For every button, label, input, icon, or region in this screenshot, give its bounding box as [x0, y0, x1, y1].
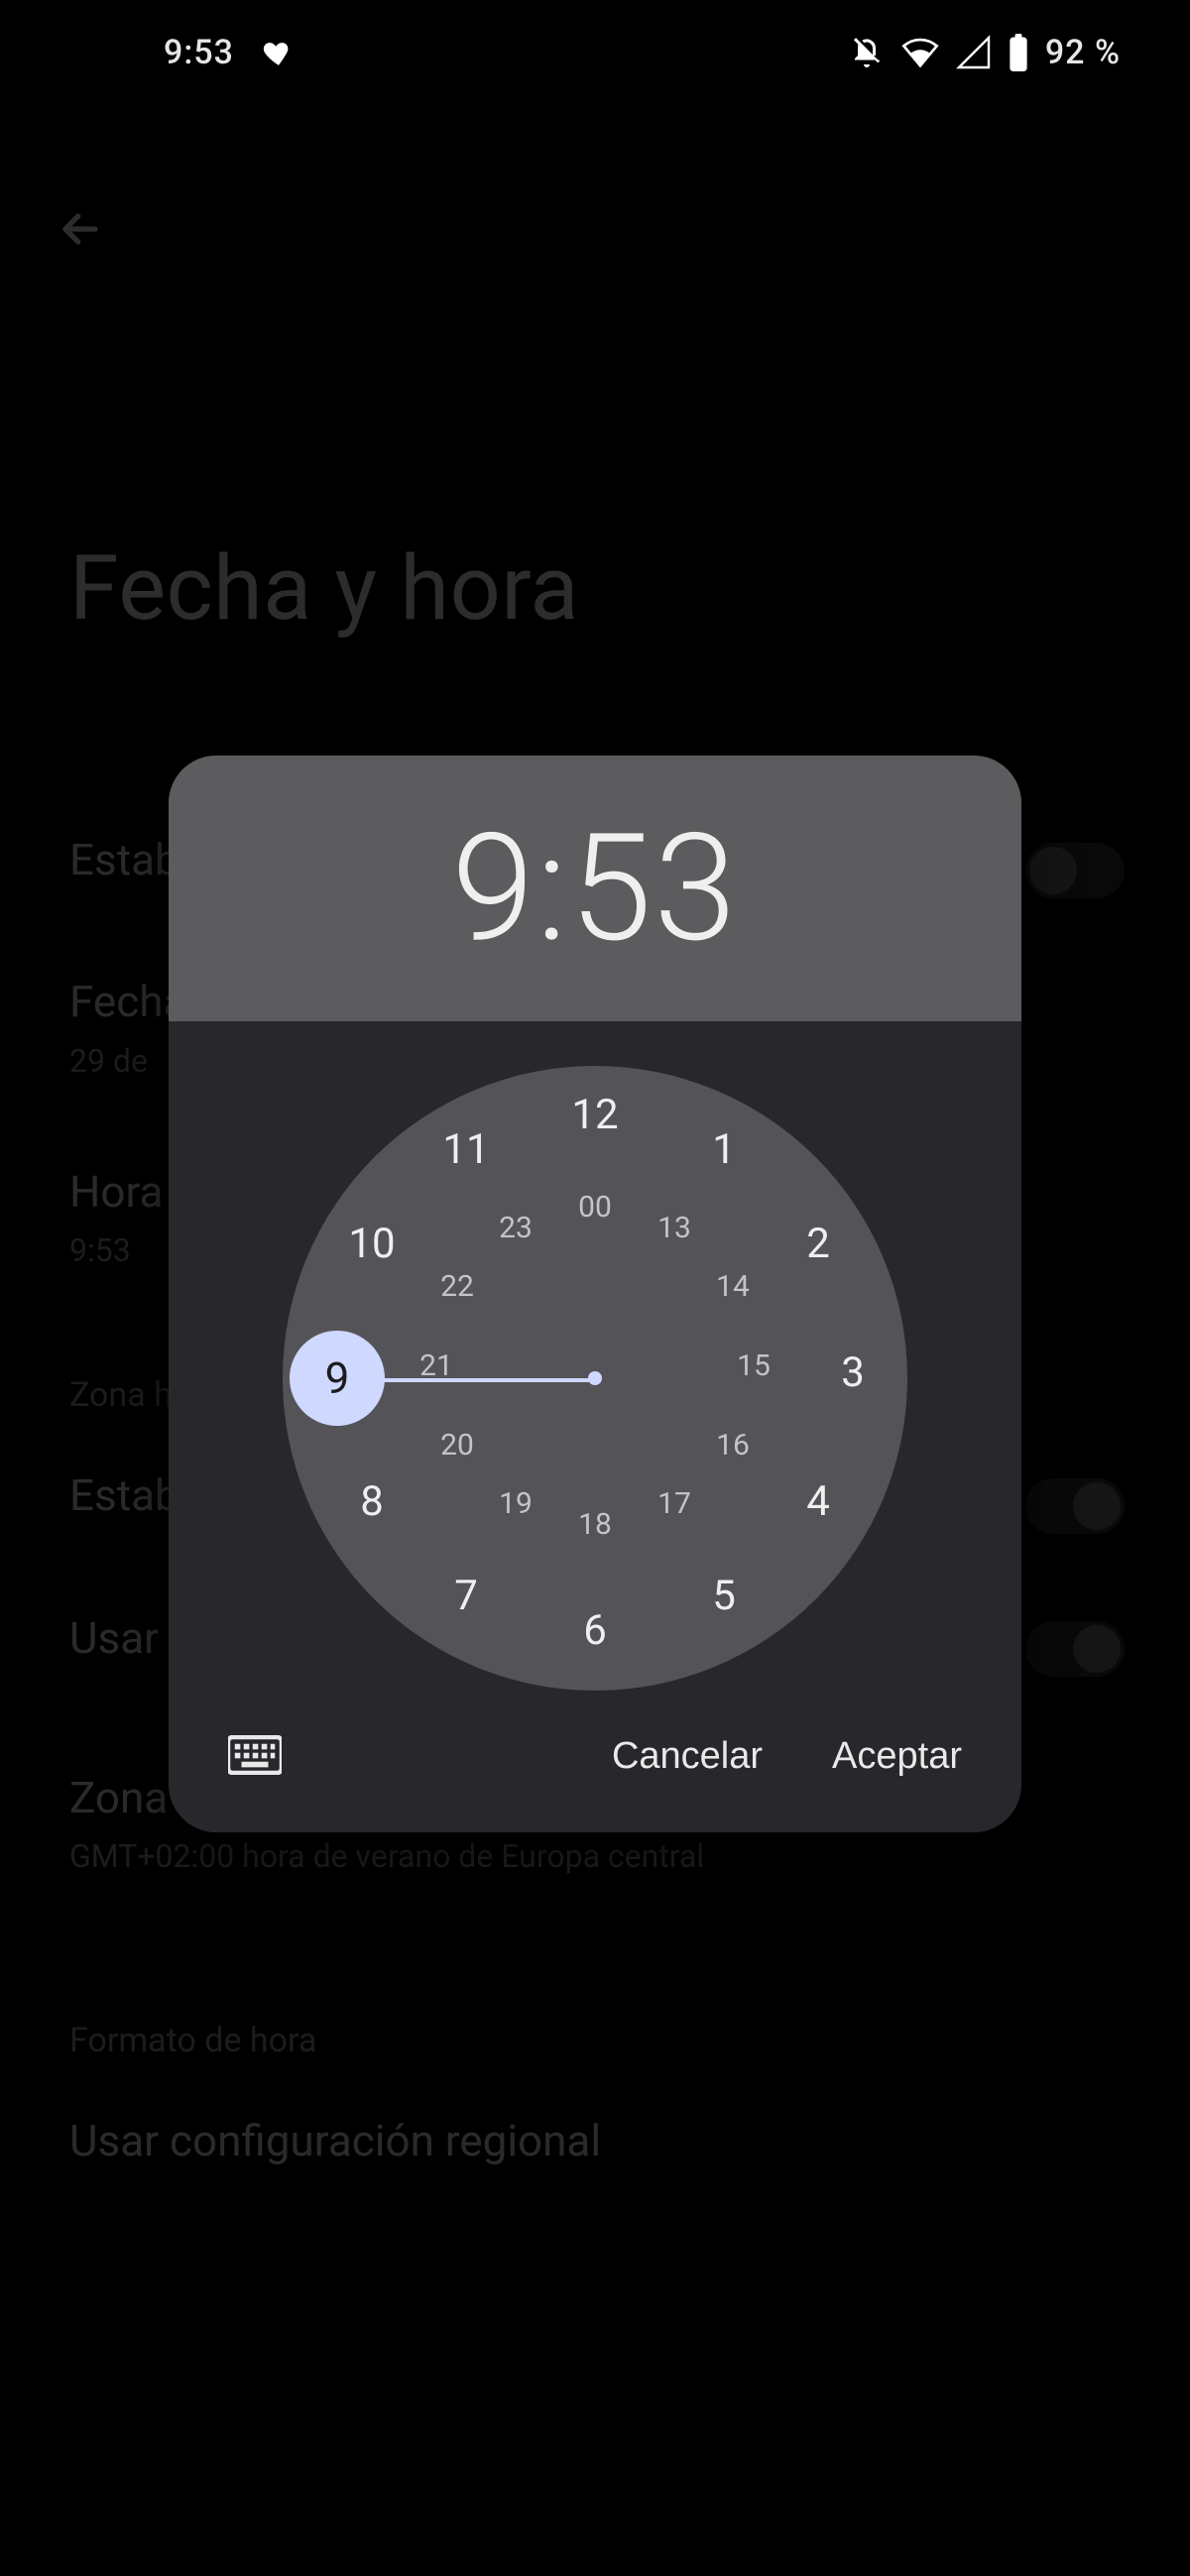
dialog-minute[interactable]: 53	[569, 801, 738, 976]
hour-13[interactable]: 13	[635, 1211, 714, 1270]
hour-4[interactable]: 4	[778, 1477, 858, 1537]
hour-7[interactable]: 7	[426, 1572, 506, 1631]
hour-20[interactable]: 20	[417, 1428, 497, 1487]
clock-center-dot	[588, 1371, 602, 1385]
cancel-button[interactable]: Cancelar	[612, 1735, 763, 1778]
hour-2[interactable]: 2	[778, 1220, 858, 1279]
heart-icon	[262, 36, 296, 69]
signal-icon	[956, 35, 992, 70]
hour-19[interactable]: 19	[476, 1486, 555, 1546]
hour-1[interactable]: 1	[684, 1125, 764, 1185]
dialog-hour[interactable]: 9	[451, 801, 536, 976]
hour-selected[interactable]: 9	[290, 1331, 385, 1426]
battery-icon	[1008, 34, 1029, 71]
accept-button[interactable]: Aceptar	[832, 1735, 962, 1778]
dnd-off-icon	[849, 35, 885, 70]
hour-6[interactable]: 6	[555, 1606, 635, 1666]
hour-5[interactable]: 5	[684, 1572, 764, 1631]
hour-22[interactable]: 22	[417, 1269, 497, 1329]
hour-16[interactable]: 16	[693, 1428, 773, 1487]
hour-10[interactable]: 10	[332, 1220, 412, 1279]
hour-11[interactable]: 11	[426, 1125, 506, 1185]
time-picker-dialog: 9:53 12 1 2 3 4 5 6 7 8 10 11 00 13 14 1…	[169, 756, 1021, 1832]
hour-00[interactable]: 00	[555, 1190, 635, 1249]
hour-23[interactable]: 23	[476, 1211, 555, 1270]
status-bar: 9:53 92 %	[0, 0, 1190, 104]
dialog-header: 9:53	[169, 756, 1021, 1021]
hour-14[interactable]: 14	[693, 1269, 773, 1329]
hour-18[interactable]: 18	[555, 1507, 635, 1567]
hour-8[interactable]: 8	[332, 1477, 412, 1537]
keyboard-input-icon[interactable]	[228, 1735, 282, 1778]
hour-21[interactable]: 21	[397, 1348, 476, 1408]
hour-17[interactable]: 17	[635, 1486, 714, 1546]
hour-15[interactable]: 15	[714, 1348, 793, 1408]
hour-12[interactable]: 12	[555, 1091, 635, 1150]
status-time: 9:53	[164, 33, 234, 72]
clock-face[interactable]: 12 1 2 3 4 5 6 7 8 10 11 00 13 14 15 16 …	[283, 1066, 907, 1691]
dialog-time-display[interactable]: 9:53	[451, 801, 738, 976]
hour-3[interactable]: 3	[813, 1348, 892, 1408]
battery-pct: 92 %	[1045, 33, 1121, 72]
wifi-icon	[900, 33, 940, 72]
